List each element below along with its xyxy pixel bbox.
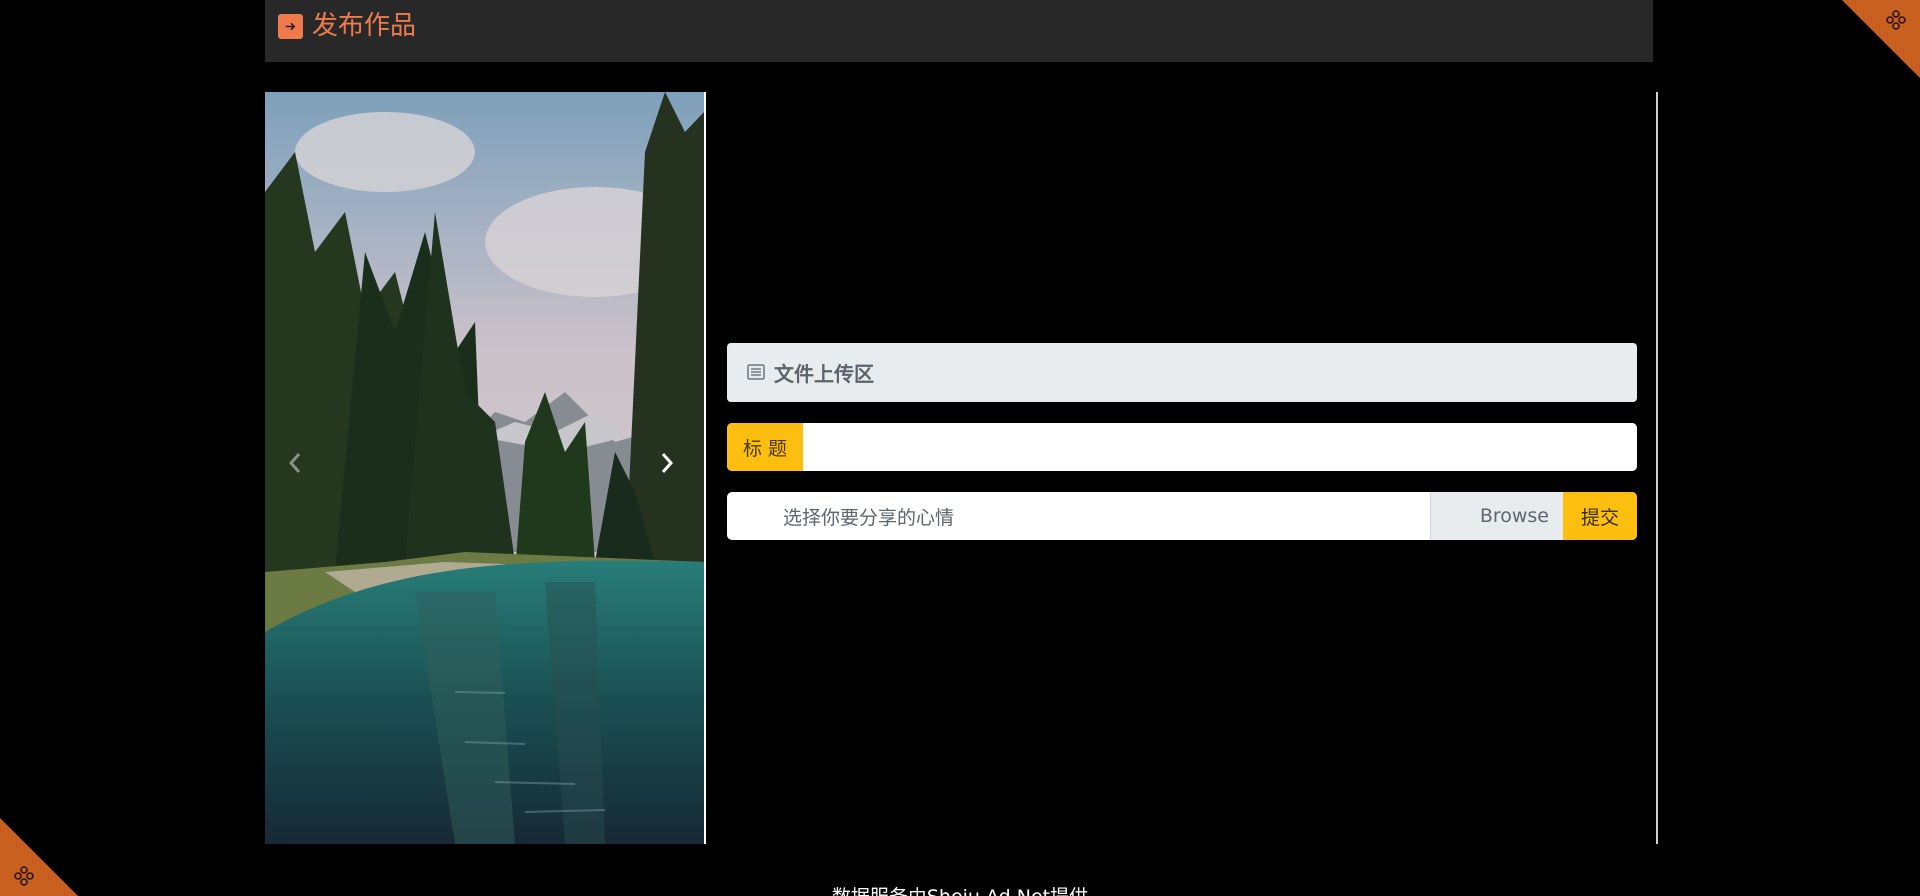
page: 发布作品 文件上传区 标 题 选择你要分享的心情 Browse 提交 (0, 0, 1920, 896)
carousel (265, 92, 706, 844)
document-lines-icon (747, 364, 765, 380)
chevron-right-icon (661, 453, 674, 473)
main-panel: 文件上传区 标 题 选择你要分享的心情 Browse 提交 (265, 92, 1658, 844)
four-circles-icon (1886, 10, 1906, 30)
title-input[interactable] (803, 423, 1637, 471)
chevron-left-icon (288, 453, 301, 473)
file-input-placeholder[interactable]: 选择你要分享的心情 (783, 503, 954, 530)
page-title: 发布作品 (312, 11, 417, 41)
upload-section-title: 文件上传区 (774, 362, 874, 386)
upload-section-header: 文件上传区 (727, 343, 1637, 402)
file-input-group[interactable]: 选择你要分享的心情 Browse 提交 (727, 492, 1637, 540)
arrow-right-square-icon (278, 14, 303, 39)
carousel-image-lake-forest (265, 92, 704, 844)
carousel-next-button[interactable] (655, 448, 679, 478)
four-circles-icon (14, 866, 34, 886)
footer-text: 数据服务由Sheju.Ad.Net提供 (0, 886, 1920, 896)
corner-decoration-bottom-left (0, 818, 78, 896)
title-input-group: 标 题 (727, 423, 1637, 471)
carousel-prev-button[interactable] (283, 448, 307, 478)
browse-button[interactable]: Browse (1430, 492, 1563, 540)
submit-button[interactable]: 提交 (1563, 492, 1637, 540)
panel-divider (1656, 92, 1658, 844)
title-label: 标 题 (727, 423, 803, 471)
page-header: 发布作品 (265, 0, 1653, 62)
corner-decoration-top-right (1842, 0, 1920, 78)
